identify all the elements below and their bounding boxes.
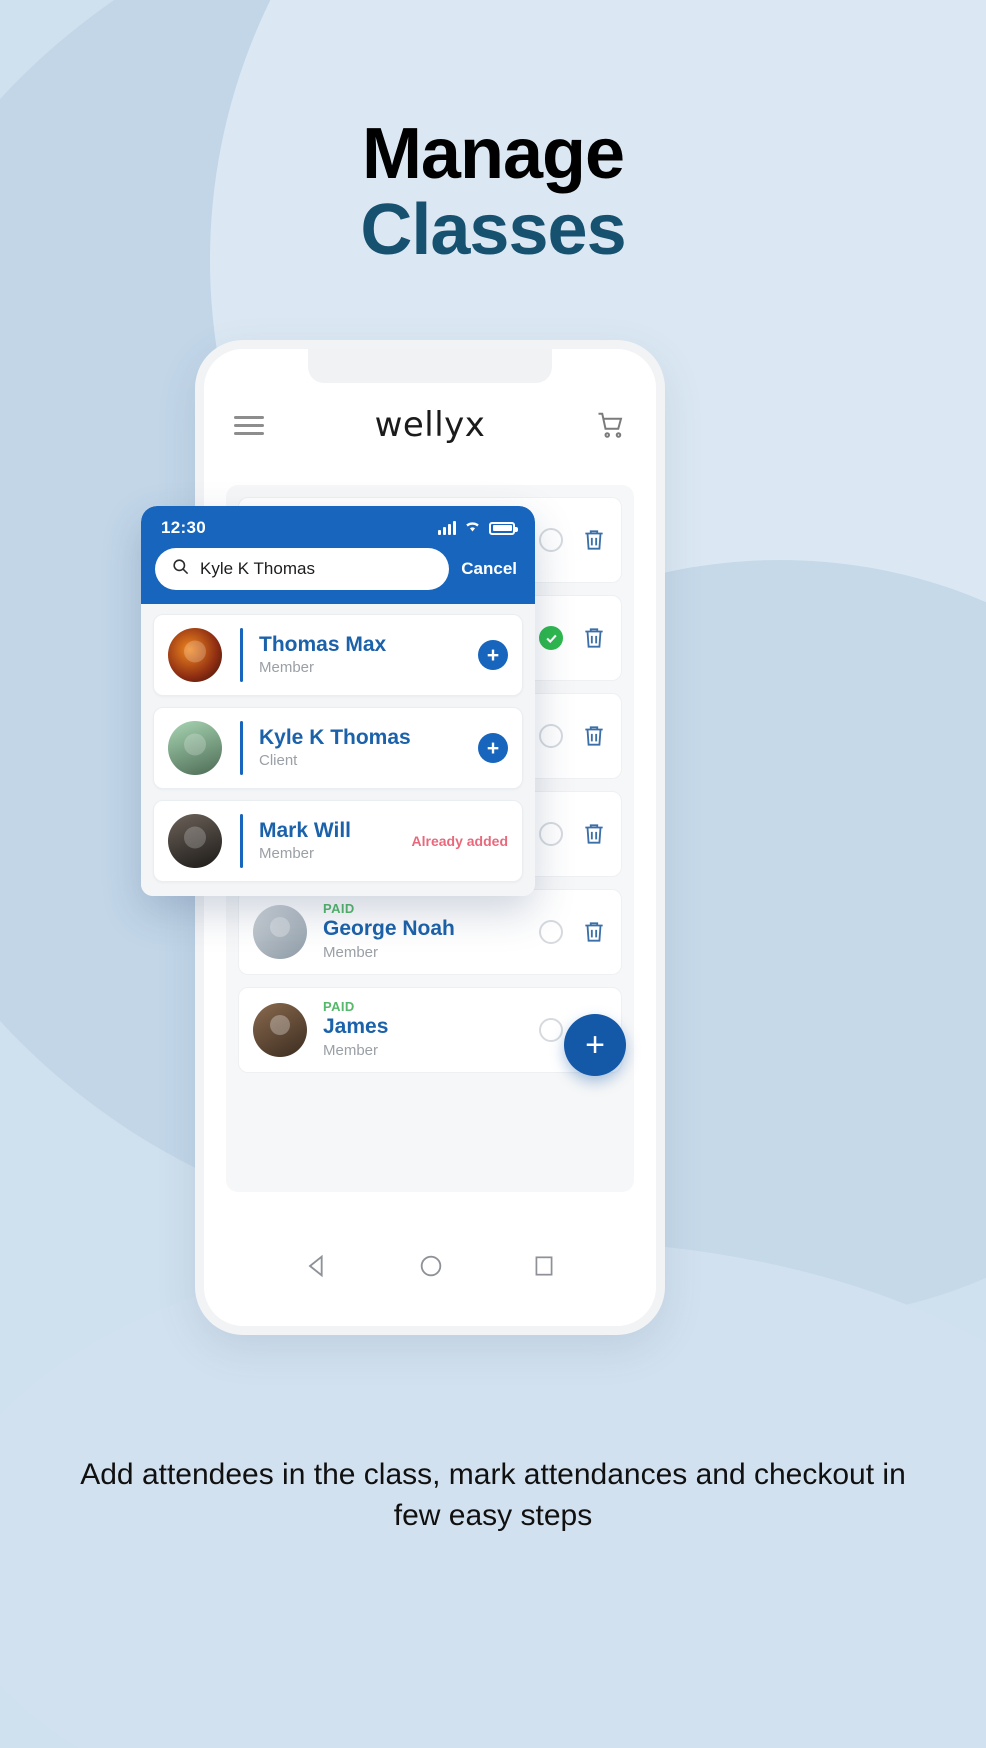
result-role: Member xyxy=(259,659,315,676)
select-radio[interactable] xyxy=(539,528,563,552)
select-radio[interactable] xyxy=(539,822,563,846)
status-icons xyxy=(438,518,518,538)
table-row[interactable]: PAID James Member xyxy=(238,987,622,1073)
signal-bars-icon xyxy=(438,521,456,535)
row-accent-bar xyxy=(240,628,243,682)
avatar xyxy=(168,721,222,775)
already-added-status: Already added xyxy=(411,833,508,849)
recents-square-icon[interactable] xyxy=(531,1253,557,1284)
avatar xyxy=(168,628,222,682)
row-accent-bar xyxy=(240,721,243,775)
status-time: 12:30 xyxy=(161,518,206,537)
cancel-button[interactable]: Cancel xyxy=(461,559,521,579)
search-row: Kyle K Thomas Cancel xyxy=(155,548,521,590)
search-input-value: Kyle K Thomas xyxy=(200,559,315,578)
trash-icon[interactable] xyxy=(581,624,607,652)
row-text: PAID James Member xyxy=(307,999,539,1061)
result-name: Thomas Max xyxy=(259,632,387,656)
headline-line-2: Classes xyxy=(360,190,626,270)
row-role: Member xyxy=(323,1041,379,1059)
hamburger-icon[interactable] xyxy=(234,415,264,435)
back-triangle-icon[interactable] xyxy=(303,1252,331,1285)
headline-line-1: Manage xyxy=(361,114,625,194)
row-name: George Noah xyxy=(323,917,455,941)
footer-caption: Add attendees in the class, mark attenda… xyxy=(80,1458,906,1532)
search-icon xyxy=(171,557,190,581)
trash-icon[interactable] xyxy=(581,918,607,946)
row-text: Thomas Max Member xyxy=(259,632,478,679)
search-overlay-header: 12:30 Kyle K Thomas Cancel xyxy=(141,506,535,604)
phone-notch xyxy=(308,349,552,383)
result-name: Mark Will xyxy=(259,818,351,842)
search-input[interactable]: Kyle K Thomas xyxy=(155,548,450,590)
select-radio[interactable] xyxy=(539,920,563,944)
android-navbar xyxy=(204,1210,656,1326)
avatar xyxy=(168,814,222,868)
row-name: James xyxy=(323,1015,389,1039)
trash-icon[interactable] xyxy=(581,722,607,750)
row-role: Member xyxy=(323,943,379,961)
row-text: PAID George Noah Member xyxy=(307,901,539,963)
battery-full-icon xyxy=(489,521,518,535)
add-person-button[interactable]: + xyxy=(478,733,508,763)
trash-icon[interactable] xyxy=(581,820,607,848)
add-person-button[interactable]: + xyxy=(478,640,508,670)
select-radio-checked[interactable] xyxy=(539,626,563,650)
wifi-icon xyxy=(463,518,482,538)
table-row[interactable]: PAID George Noah Member xyxy=(238,889,622,975)
select-radio[interactable] xyxy=(539,1018,563,1042)
trash-icon[interactable] xyxy=(581,526,607,554)
row-accent-bar xyxy=(240,814,243,868)
list-item[interactable]: Kyle K Thomas Client + xyxy=(153,707,523,789)
result-role: Member xyxy=(259,845,315,862)
search-overlay: 12:30 Kyle K Thomas Cancel Thomas Max Me… xyxy=(141,506,535,896)
app-topbar: wellyx xyxy=(204,397,656,453)
page-title: Manage Classes xyxy=(0,118,986,271)
row-text: Mark Will Member xyxy=(259,818,412,865)
result-role: Client xyxy=(259,752,298,769)
list-item[interactable]: Thomas Max Member + xyxy=(153,614,523,696)
avatar xyxy=(253,905,307,959)
avatar xyxy=(253,1003,307,1057)
result-name: Kyle K Thomas xyxy=(259,725,411,749)
paid-badge: PAID xyxy=(323,901,355,917)
add-attendee-fab[interactable]: + xyxy=(564,1014,626,1076)
select-radio[interactable] xyxy=(539,724,563,748)
row-text: Kyle K Thomas Client xyxy=(259,725,478,772)
cart-icon[interactable] xyxy=(596,410,626,440)
search-results: Thomas Max Member + Kyle K Thomas Client… xyxy=(141,604,535,896)
status-bar: 12:30 xyxy=(155,518,521,548)
home-circle-icon[interactable] xyxy=(417,1252,445,1285)
paid-badge: PAID xyxy=(323,999,355,1015)
app-logo: wellyx xyxy=(374,405,486,445)
list-item[interactable]: Mark Will Member Already added xyxy=(153,800,523,882)
